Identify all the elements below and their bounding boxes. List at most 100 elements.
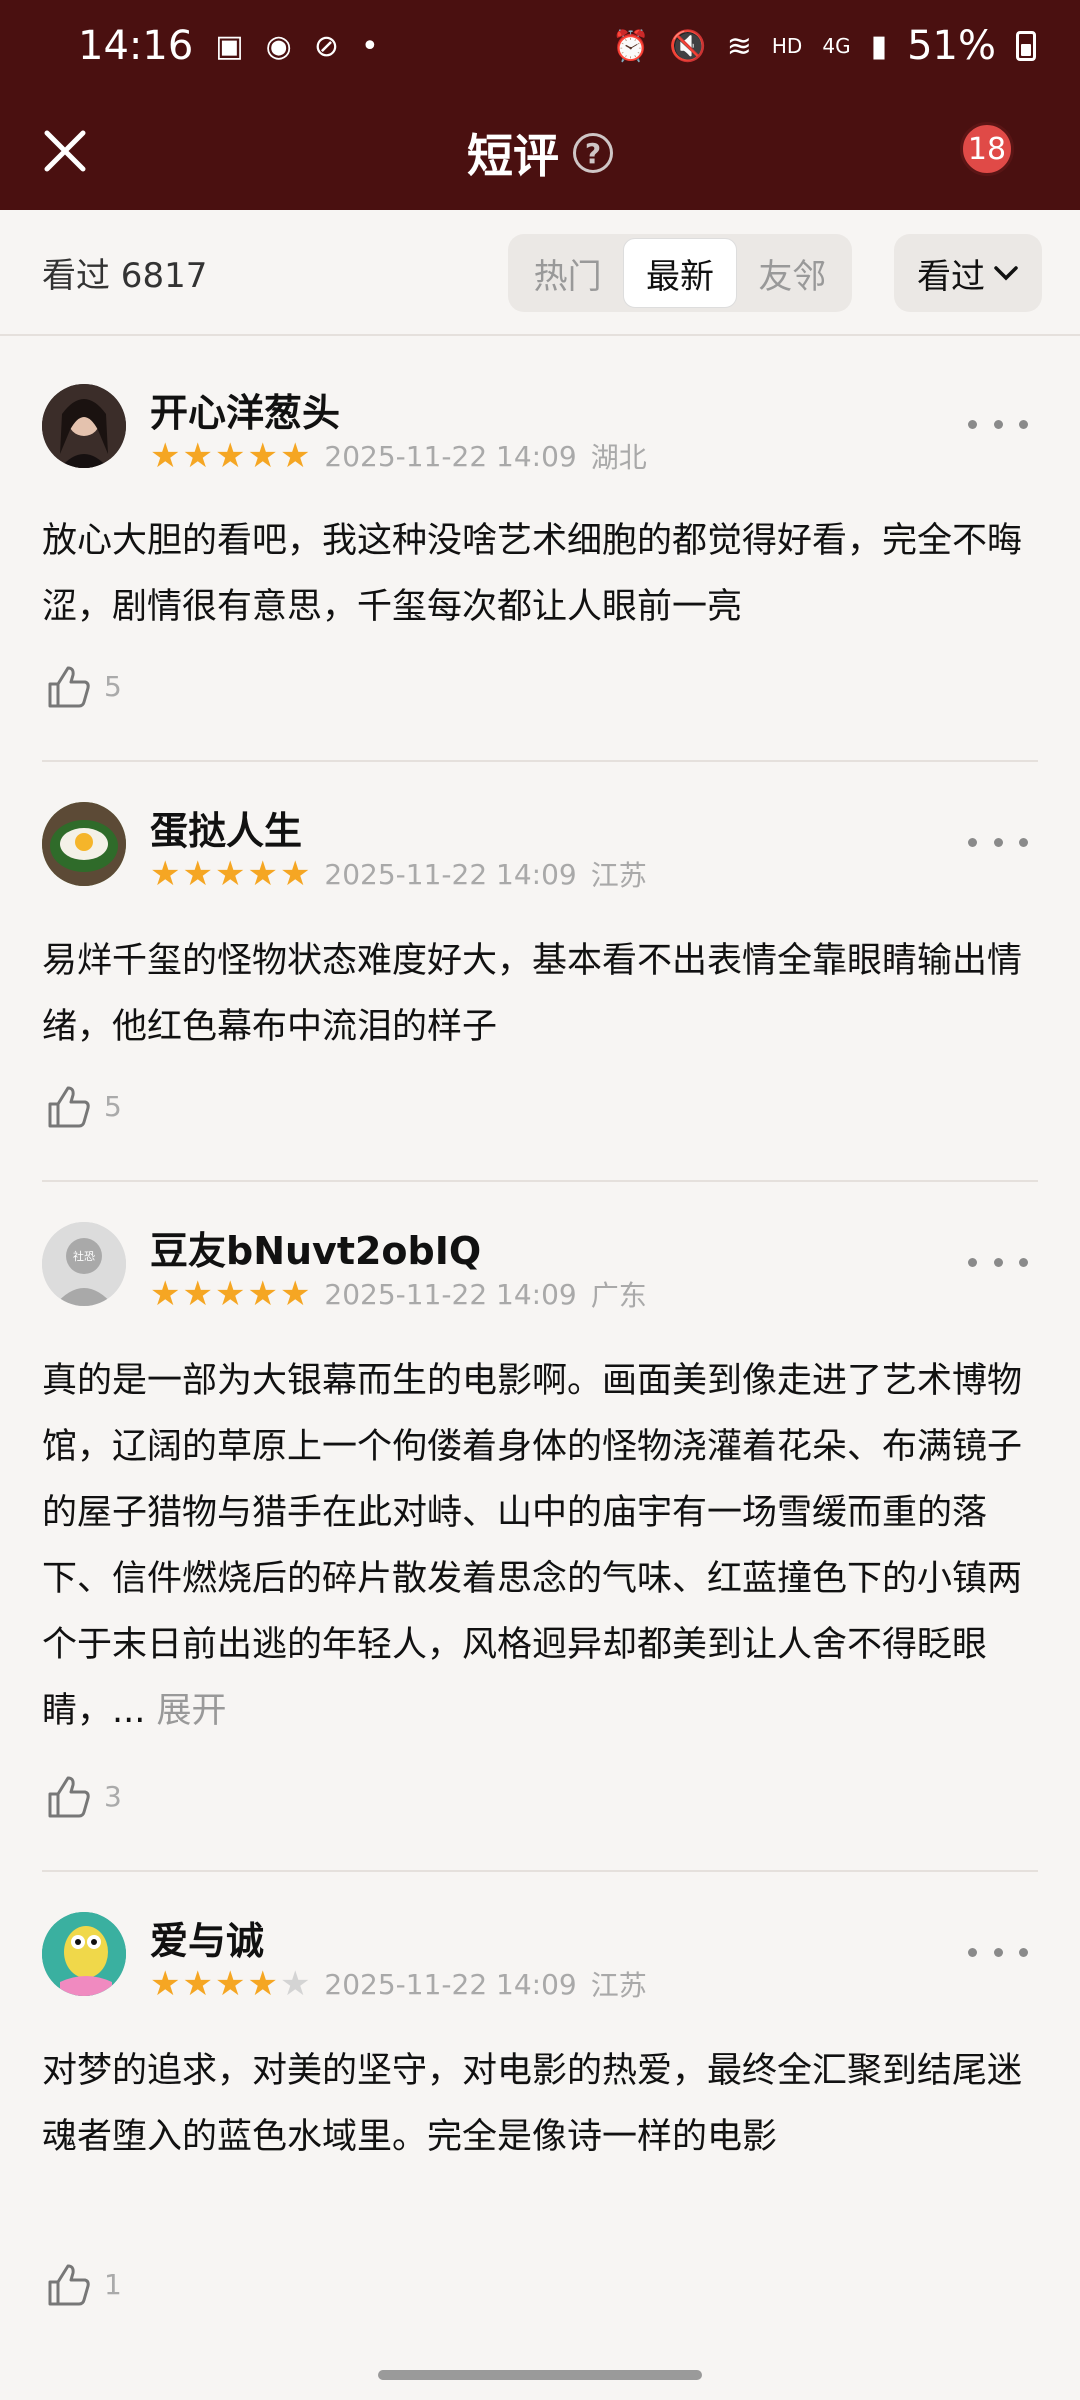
gallery-icon: ▣ [215,28,244,64]
review-username[interactable]: 爱与诚 [150,1910,264,1965]
avatar-label: 社恐 [73,1249,95,1263]
like-count: 5 [104,1089,122,1123]
like-button[interactable]: 5 [44,662,122,710]
like-button[interactable]: 1 [44,2260,122,2308]
mute-icon: 🔇 [669,28,707,64]
hd-label: HD [771,34,803,58]
star-icon: ★ [214,854,246,894]
review-location: 湖北 [590,441,647,474]
review-date: 2025-11-22 14:09 [324,1277,577,1311]
star-icon: ★ [247,1964,278,2004]
more-button[interactable]: 18 [960,122,1040,182]
review-date: 2025-11-22 14:09 [324,439,577,473]
home-indicator[interactable] [378,2370,702,2380]
star-icon: ★ [182,854,213,894]
review-username[interactable]: 开心洋葱头 [150,382,340,437]
star-icon: ★ [182,436,213,476]
review-meta: ★ ★ ★ ★ ★ 2025-11-22 14:09 广东 [150,1274,647,1314]
review-item: 开心洋葱头 ★ ★ ★ ★ ★ 2025-11-22 14:09 湖北 放心大胆的看吧，… [42,336,1038,760]
review-more-button[interactable] [968,1932,1028,1972]
rating-stars: ★ ★ ★ ★ ★ [150,857,310,891]
sort-tabs: 热门 最新 友邻 [508,234,852,312]
seen-filter-dropdown[interactable]: 看过 [894,234,1042,312]
avatar-image: 社恐 [42,1222,126,1306]
avatar-image [42,802,126,886]
like-button[interactable]: 5 [44,1082,122,1130]
avatar[interactable] [42,384,126,468]
status-time: 14:16 [78,23,194,69]
star-icon: ★ [214,436,246,476]
review-item: 社恐 豆友bNuvt2obIQ ★ ★ ★ ★ ★ 2025-11-22 14:09 广… [42,1180,1038,1870]
help-icon[interactable]: ? [573,133,613,173]
review-item: 爱与诚 ★ ★ ★ ★ ★ 2025-11-22 14:09 江苏 对梦的追求，对美的坚… [42,1870,1038,2362]
thumbs-up-icon [48,1086,90,1128]
review-date: 2025-11-22 14:09 [324,857,577,891]
review-meta: ★ ★ ★ ★ ★ 2025-11-22 14:09 江苏 [150,854,647,894]
tab-hot[interactable]: 热门 [512,238,623,308]
page-title-text: 短评 [467,129,559,183]
avatar[interactable]: 社恐 [42,1222,126,1306]
star-icon: ★ [247,1274,278,1314]
review-text: 放心大胆的看吧，我这种没啥艺术细胞的都觉得好看，完全不晦涩，剧情很有意思，千玺每… [42,521,1023,627]
review-location: 江苏 [590,859,647,892]
page-title: 短评 ? [0,120,1080,186]
star-icon: ★ [182,1274,213,1314]
seen-dropdown-label: 看过 [917,256,985,297]
review-more-button[interactable] [968,1242,1028,1282]
rating-stars: ★ ★ ★ ★ ★ [150,1967,310,2001]
review-username[interactable]: 蛋挞人生 [150,800,302,855]
thumbs-up-icon [48,1776,90,1818]
like-count: 3 [104,1779,122,1813]
review-list: 开心洋葱头 ★ ★ ★ ★ ★ 2025-11-22 14:09 湖北 放心大胆的看吧，… [0,336,1080,2362]
review-text: 真的是一部为大银幕而生的电影啊。画面美到像走进了艺术博物馆，辽阔的草原上一个佝偻… [42,1361,1023,1731]
review-more-button[interactable] [968,404,1028,444]
avatar[interactable] [42,1912,126,1996]
thumbs-up-icon [48,2264,90,2306]
star-empty-icon: ★ [279,1964,311,2004]
star-icon: ★ [214,1274,246,1314]
seen-count: 看过 6817 [42,256,208,296]
review-text: 对梦的追求，对美的坚守，对电影的热爱，最终全汇聚到结尾迷魂者堕入的蓝色水域里。完… [42,2051,1023,2157]
battery-percent: 51% [907,23,996,69]
filter-bar: 看过 6817 热门 最新 友邻 看过 [0,210,1080,336]
star-icon: ★ [182,1964,213,2004]
review-location: 江苏 [590,1969,647,2002]
star-icon: ★ [247,854,278,894]
review-text-block: 真的是一部为大银幕而生的电影啊。画面美到像走进了艺术博物馆，辽阔的草原上一个佝偻… [42,1348,1038,1744]
rating-stars: ★ ★ ★ ★ ★ [150,439,310,473]
thumbs-up-icon [48,666,90,708]
avatar[interactable] [42,802,126,886]
avatar-image [42,1912,126,1996]
star-icon: ★ [279,854,311,894]
tab-latest[interactable]: 最新 [623,238,737,308]
blocked-icon: ⊘ [313,28,339,64]
like-count: 1 [104,2267,122,2301]
star-icon: ★ [247,436,278,476]
star-icon: ★ [150,1274,181,1314]
cell-label: 4G [822,34,851,58]
signal-icon: ▮ [870,28,888,64]
like-button[interactable]: 3 [44,1772,122,1820]
star-icon: ★ [214,1964,246,2004]
review-location: 广东 [590,1279,647,1312]
review-username[interactable]: 豆友bNuvt2obIQ [150,1220,481,1275]
dot-icon: • [360,28,379,64]
star-icon: ★ [150,1964,181,2004]
review-date: 2025-11-22 14:09 [324,1967,577,2001]
status-bar: 14:16 ▣ ◉ ⊘ • ⏰ 🔇 ≋ HD 4G ▮ 51% [0,0,1080,92]
star-icon: ★ [150,854,181,894]
star-icon: ★ [150,436,181,476]
review-text: 易烊千玺的怪物状态难度好大，基本看不出表情全靠眼睛输出情绪，他红色幕布中流泪的样… [42,941,1023,1047]
avatar-image [42,384,126,468]
review-meta: ★ ★ ★ ★ ★ 2025-11-22 14:09 湖北 [150,436,647,476]
nav-bar: 短评 ? 18 [0,92,1080,210]
wifi-icon: ≋ [726,28,752,64]
expand-link[interactable]: 展开 [157,1691,227,1731]
review-more-button[interactable] [968,822,1028,862]
chevron-down-icon [994,266,1018,281]
like-count: 5 [104,669,122,703]
tab-friends[interactable]: 友邻 [737,238,848,308]
review-meta: ★ ★ ★ ★ ★ 2025-11-22 14:09 江苏 [150,1964,647,2004]
notification-badge: 18 [960,122,1014,176]
alarm-icon: ⏰ [612,28,650,64]
